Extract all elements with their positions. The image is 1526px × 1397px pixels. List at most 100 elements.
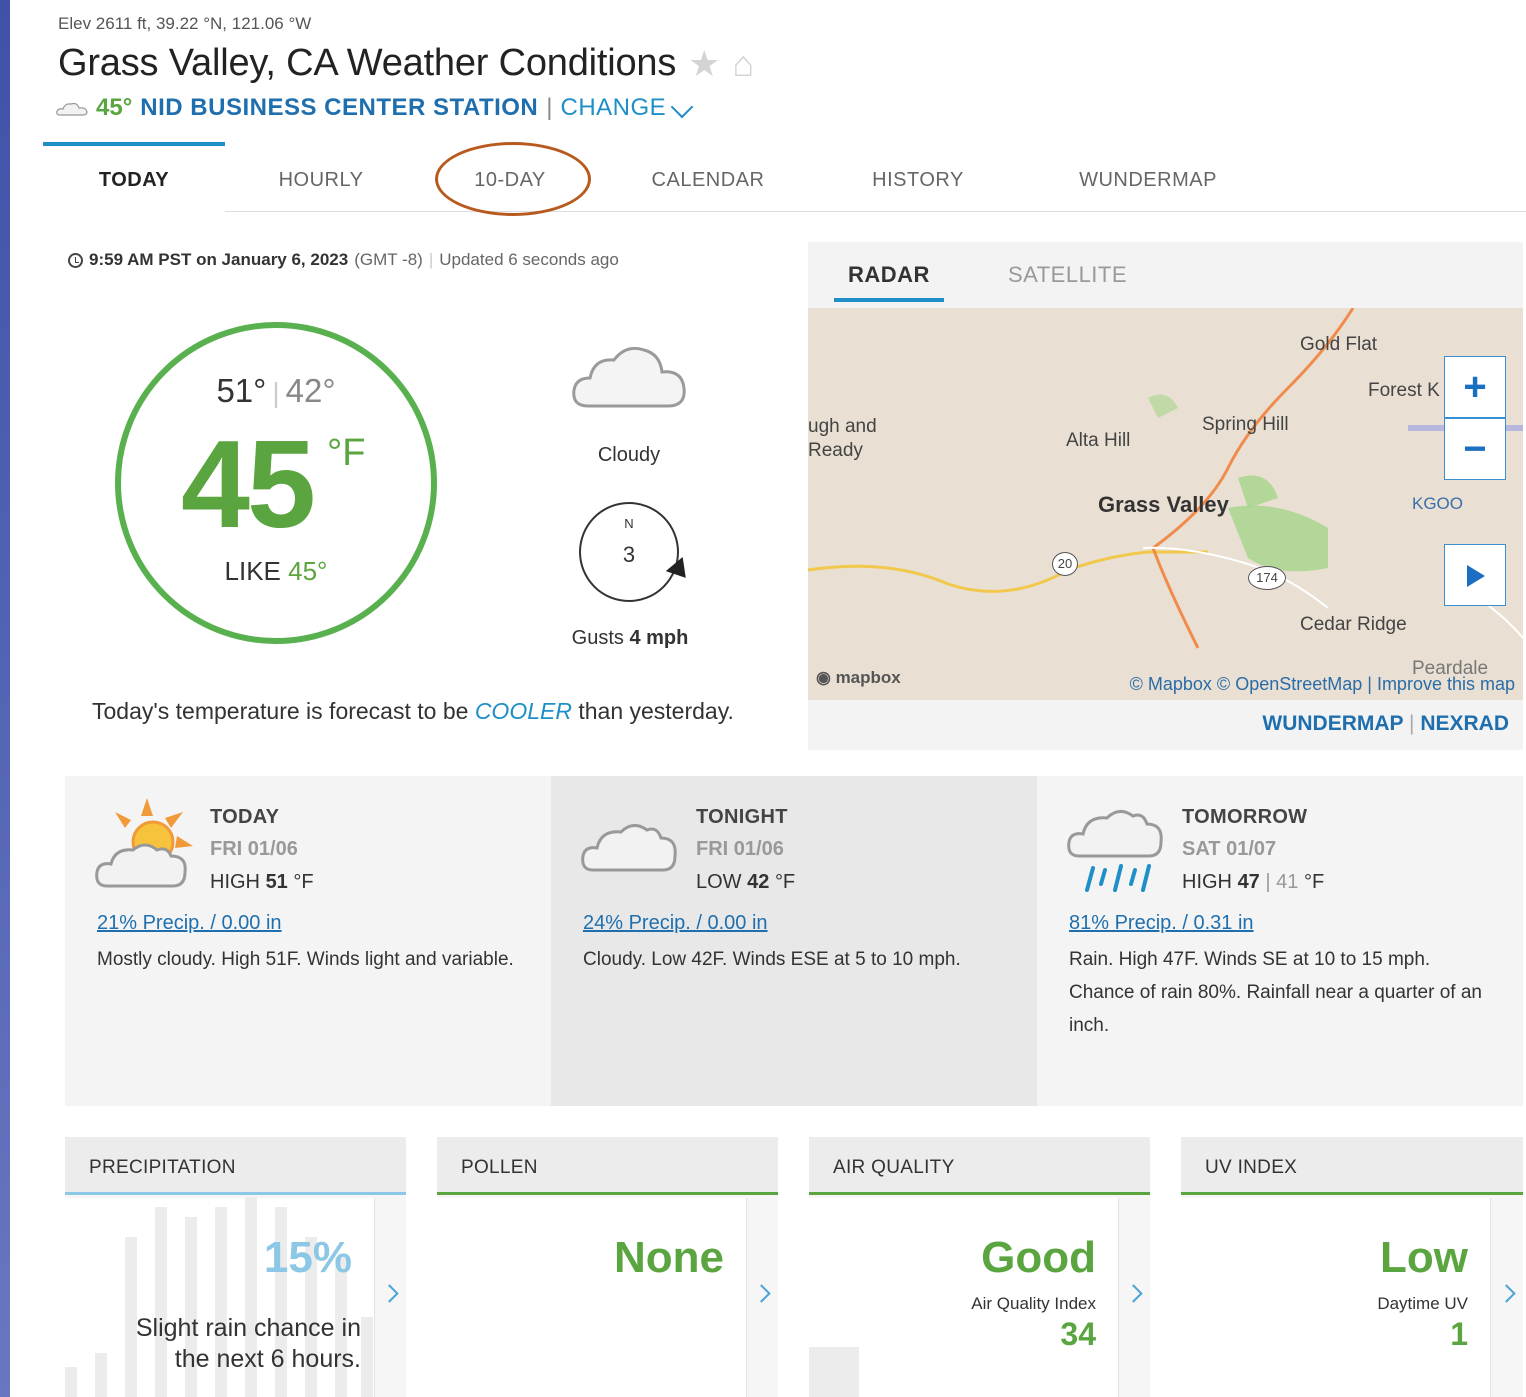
comparison-pre: Today's temperature is forecast to be <box>92 698 469 724</box>
map-label-forest: Forest K <box>1368 380 1440 401</box>
comparison-word: COOLER <box>474 698 572 724</box>
temp-unit[interactable]: °F <box>327 432 365 475</box>
link-separator: | <box>1409 712 1415 735</box>
gusts-label: Gusts <box>571 627 624 649</box>
wind-gusts: Gusts 4 mph <box>530 627 730 650</box>
chevron-down-icon <box>670 95 694 119</box>
map-label-gold-flat: Gold Flat <box>1300 334 1378 355</box>
aqi-number: 34 <box>1060 1316 1096 1352</box>
high-temp: 51° <box>216 372 267 409</box>
feels-like: LIKE 45° <box>121 556 431 587</box>
map-label-spring-hill: Spring Hill <box>1202 414 1289 435</box>
tab-hourly[interactable]: HOURLY <box>225 142 417 212</box>
tile-precipitation[interactable]: PRECIPITATION 15% Slight rain chance in … <box>65 1137 406 1397</box>
mapbox-logo[interactable]: ◉ mapbox <box>816 668 901 688</box>
cloud-small-icon <box>56 102 88 116</box>
forecast-low-value: 41 <box>1276 871 1299 893</box>
tile-title: PRECIPITATION <box>65 1137 406 1195</box>
hi-lo-divider: | <box>272 377 280 408</box>
map-label-grass-valley: Grass Valley <box>1098 492 1229 517</box>
forecast-precip-link[interactable]: 81% Precip. / 0.31 in <box>1069 912 1254 935</box>
tile-pollen[interactable]: POLLEN None <box>437 1137 778 1397</box>
forecast-cards: TODAY FRI 01/06 HIGH 51 °F 21% Precip. /… <box>65 776 1523 1106</box>
aqi-value: Good <box>981 1233 1096 1282</box>
tab-calendar[interactable]: CALENDAR <box>603 142 813 212</box>
tile-body: None <box>437 1198 747 1397</box>
tab-radar[interactable]: RADAR <box>834 262 944 302</box>
forecast-card-today: TODAY FRI 01/06 HIGH 51 °F 21% Precip. /… <box>65 776 551 1106</box>
clock-icon <box>68 252 83 268</box>
tab-bar: TODAY HOURLY 10-DAY CALENDAR HISTORY WUN… <box>43 142 1526 212</box>
uv-number: 1 <box>1450 1316 1468 1352</box>
forecast-precip-link[interactable]: 24% Precip. / 0.00 in <box>583 912 768 935</box>
title-row: Grass Valley, CA Weather Conditions ★ ⌂ <box>58 42 754 85</box>
forecast-value: 51 <box>265 871 288 893</box>
tile-title: POLLEN <box>437 1137 778 1195</box>
forecast-kind: HIGH <box>1182 871 1232 893</box>
forecast-unit: °F <box>1303 871 1325 893</box>
updated-text: Updated 6 seconds ago <box>439 250 619 269</box>
wundermap-link[interactable]: WUNDERMAP <box>1262 712 1403 735</box>
home-icon[interactable]: ⌂ <box>732 43 754 85</box>
station-name[interactable]: NID BUSINESS CENTER STATION <box>140 94 538 122</box>
forecast-precip-link[interactable]: 21% Precip. / 0.00 in <box>97 912 282 935</box>
route-20-badge: 20 <box>1052 552 1078 576</box>
page-title: Grass Valley, CA Weather Conditions <box>58 42 677 84</box>
tile-body: 15% Slight rain chance in the next 6 hou… <box>65 1197 375 1397</box>
mapbox-label: mapbox <box>835 668 901 687</box>
nexrad-link[interactable]: NEXRAD <box>1420 712 1509 735</box>
partly-cloudy-sun-icon <box>95 798 193 888</box>
forecast-unit: °F <box>293 871 314 893</box>
change-station-button[interactable]: CHANGE <box>561 94 694 122</box>
forecast-value: 42 <box>747 871 770 893</box>
forecast-when: TODAY <box>210 806 280 828</box>
current-temp: 45 <box>181 416 316 554</box>
zoom-out-button[interactable]: − <box>1444 418 1506 480</box>
map-label-alta-hill: Alta Hill <box>1066 430 1131 451</box>
chevron-right-icon <box>752 1284 771 1303</box>
high-low: 51° | 42° <box>121 372 431 410</box>
zoom-in-button[interactable]: + <box>1444 356 1506 418</box>
chevron-right-icon <box>380 1284 399 1303</box>
forecast-when: TOMORROW <box>1182 806 1308 828</box>
radar-panel: RADAR SATELLITE Gold Flat Forest K Sprin… <box>808 242 1523 750</box>
map-label-rough1: ugh and <box>808 416 877 437</box>
tile-body: Low Daytime UV 1 <box>1181 1198 1491 1397</box>
feels-label: LIKE <box>224 556 281 586</box>
map-attribution[interactable]: © Mapbox © OpenStreetMap | Improve this … <box>1130 674 1515 695</box>
forecast-description: Mostly cloudy. High 51F. Winds light and… <box>97 949 514 970</box>
uv-sub: Daytime UV <box>1377 1294 1468 1313</box>
tile-air-quality[interactable]: AIR QUALITY Good Air Quality Index 34 <box>809 1137 1150 1397</box>
forecast-kind: LOW <box>696 871 742 893</box>
precip-value: 15% <box>263 1233 352 1282</box>
tab-today[interactable]: TODAY <box>43 142 225 212</box>
timezone: (GMT -8) <box>354 250 423 269</box>
station-temp: 45° <box>96 94 133 121</box>
tab-wundermap[interactable]: WUNDERMAP <box>1023 142 1273 212</box>
chevron-right-icon <box>1124 1284 1143 1303</box>
forecast-temp: HIGH 51 °F <box>210 871 314 894</box>
forecast-when: TONIGHT <box>696 806 788 828</box>
forecast-description: Rain. High 47F. Winds SE at 10 to 15 mph… <box>1069 949 1482 1036</box>
radar-map[interactable]: Gold Flat Forest K Spring Hill Alta Hill… <box>808 308 1523 700</box>
comparison-text: Today's temperature is forecast to be CO… <box>92 698 734 725</box>
tile-uv-index[interactable]: UV INDEX Low Daytime UV 1 <box>1181 1137 1523 1397</box>
cloud-icon <box>581 824 677 872</box>
temperature-circle: 51° | 42° 45 °F LIKE 45° <box>115 322 437 644</box>
tab-10-day[interactable]: 10-DAY <box>417 142 603 212</box>
wind-speed: 3 <box>622 542 636 567</box>
tile-title: UV INDEX <box>1181 1137 1523 1195</box>
play-button[interactable] <box>1444 544 1506 606</box>
obs-time: 9:59 AM PST on January 6, 2023 <box>89 250 349 269</box>
tile-title: AIR QUALITY <box>809 1137 1150 1195</box>
wind-compass: N 3 <box>579 502 695 602</box>
tab-history[interactable]: HISTORY <box>813 142 1023 212</box>
separator: | <box>546 94 553 121</box>
map-links: WUNDERMAP | NEXRAD <box>1262 712 1509 736</box>
tab-satellite[interactable]: SATELLITE <box>1008 262 1127 298</box>
tile-body: Good Air Quality Index 34 <box>809 1198 1119 1397</box>
route-174-badge: 174 <box>1248 566 1286 590</box>
forecast-low: | 41 <box>1265 871 1299 893</box>
forecast-card-tonight: TONIGHT FRI 01/06 LOW 42 °F 24% Precip. … <box>551 776 1037 1106</box>
star-icon[interactable]: ★ <box>688 43 720 85</box>
